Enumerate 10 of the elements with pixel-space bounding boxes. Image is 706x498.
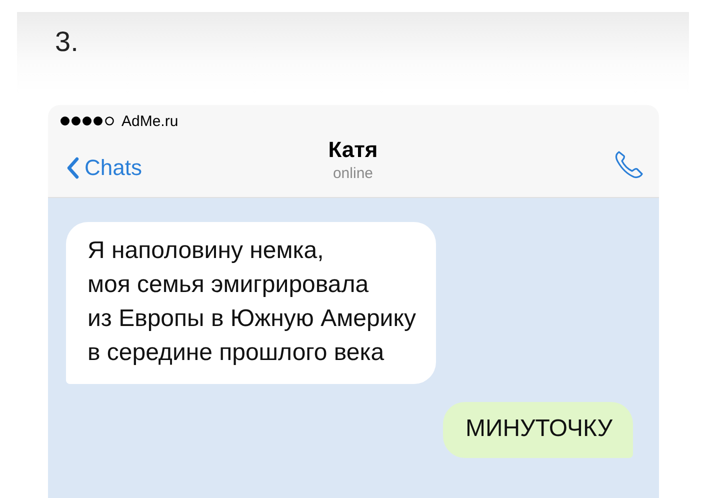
signal-icon <box>60 116 116 126</box>
message-bubble: Я наполовину немка, моя семья эмигрировала из Европы в Южную Америку в середине прошлого века <box>66 222 436 384</box>
back-icon <box>66 157 78 179</box>
contact-status: online <box>332 165 374 182</box>
back-link[interactable]: Chats <box>66 155 142 181</box>
phone-icon[interactable] <box>612 148 644 180</box>
message-bubble: МИНУТОЧКУ <box>443 402 632 458</box>
item-number: 3. <box>55 26 78 57</box>
carrier-name: AdMe.ru <box>122 112 178 130</box>
contact-name: Катя <box>328 137 378 163</box>
